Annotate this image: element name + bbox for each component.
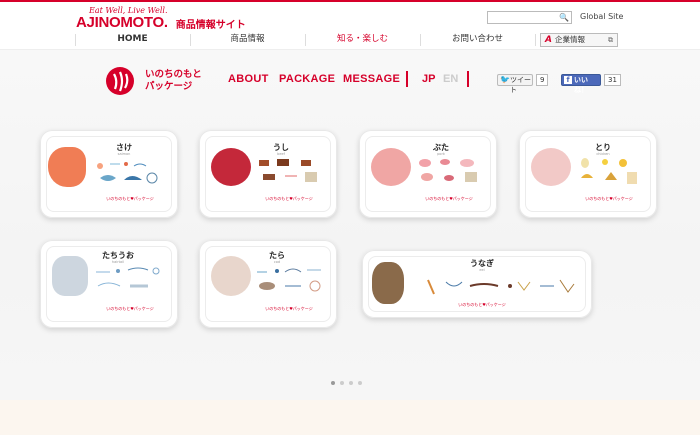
lifecycle-illustration [96, 267, 160, 288]
lifecycle-illustration [259, 159, 317, 182]
facebook-like-button[interactable]: f いいね！ [561, 74, 601, 94]
ajinomoto-logo: AJINOMOTO. [76, 14, 168, 31]
main-nav: HOME 商品情報 知る・楽しむ お問い合わせ A 企業情報 ⧉ [0, 30, 700, 50]
salmon-meat-image [48, 147, 86, 187]
twitter-bird-icon: 🐦 [500, 75, 510, 84]
package-tray-hairtail[interactable]: たちうお hairtail いのちのもと♥パッケージ [40, 240, 178, 328]
chicken-meat-image [531, 148, 571, 186]
carousel-dot[interactable] [358, 381, 362, 385]
heart-logo-icon[interactable] [105, 66, 135, 96]
menu-about[interactable]: ABOUT [228, 73, 269, 85]
tray-footer: いのちのもと♥パッケージ [458, 302, 506, 307]
like-label: いいね！ [574, 76, 588, 94]
nav-contact[interactable]: お問い合わせ [420, 30, 535, 50]
global-site-link[interactable]: Global Site [580, 12, 623, 21]
tray-footer: いのちのもと♥パッケージ [585, 196, 633, 201]
package-tray-chicken[interactable]: とり chicken いのちのもと♥パッケージ [519, 130, 657, 218]
tray-footer: いのちのもと♥パッケージ [106, 306, 154, 311]
tweet-count: 9 [536, 74, 549, 86]
brand-logo[interactable]: Eat Well, Live Well. AJINOMOTO. 商品情報サイト [76, 6, 246, 31]
package-tray-pork[interactable]: ぶた pork いのちのもと♥パッケージ [359, 130, 497, 218]
external-link-icon: ⧉ [608, 36, 613, 44]
pork-meat-image [371, 148, 411, 186]
site-header: Eat Well, Live Well. AJINOMOTO. 商品情報サイト … [0, 2, 700, 31]
like-count: 31 [604, 74, 621, 86]
facebook-icon: f [564, 76, 572, 84]
tray-footer: いのちのもと♥パッケージ [425, 196, 473, 201]
carousel-indicators [331, 381, 362, 385]
corporate-info-button[interactable]: A 企業情報 ⧉ [540, 33, 618, 47]
carousel-dot[interactable] [349, 381, 353, 385]
carousel-dot[interactable] [340, 381, 344, 385]
lifecycle-illustration [419, 159, 477, 182]
hero-area [0, 50, 700, 400]
lifecycle-illustration [427, 279, 575, 295]
lifecycle-illustration [257, 268, 321, 292]
lang-en[interactable]: EN [443, 73, 458, 85]
lifecycle-illustration [581, 158, 637, 184]
tray-footer: いのちのもと♥パッケージ [106, 196, 154, 201]
tray-sublabel: eel [479, 268, 485, 272]
lifecycle-illustration [97, 162, 158, 184]
tray-sublabel: salmon [117, 152, 131, 156]
ajinomoto-mark-icon: A [545, 35, 552, 45]
package-tray-salmon[interactable]: さけ salmon いのちのもと♥パッケージ [40, 130, 178, 218]
project-title-line1: いのちのもと [145, 69, 202, 80]
tray-footer: いのちのもと♥パッケージ [265, 306, 313, 311]
search-icon[interactable]: 🔍 [559, 13, 569, 22]
beef-meat-image [211, 148, 251, 186]
tweet-button[interactable]: 🐦 ツイート [497, 74, 533, 94]
divider-bar [467, 71, 469, 87]
menu-package[interactable]: PACKAGE [279, 73, 335, 85]
nav-divider [535, 34, 536, 46]
divider-bar [406, 71, 408, 87]
carousel-dot[interactable] [331, 381, 335, 385]
package-tray-eel[interactable]: うなぎ eel いのちのもと♥パッケージ [362, 250, 592, 318]
package-tray-beef[interactable]: うし beef いのちのもと♥パッケージ [199, 130, 337, 218]
eel-meat-image [372, 262, 404, 304]
package-tray-cod[interactable]: たら cod いのちのもと♥パッケージ [199, 240, 337, 328]
tray-footer: いのちのもと♥パッケージ [265, 196, 313, 201]
lang-jp[interactable]: JP [422, 73, 435, 85]
cod-meat-image [211, 256, 251, 296]
search-input[interactable]: 🔍 [487, 11, 572, 24]
site-name: 商品情報サイト [175, 19, 246, 31]
project-title-line2: パッケージ [145, 81, 193, 92]
hairtail-meat-image [52, 256, 88, 296]
nav-home[interactable]: HOME [75, 30, 190, 50]
bottom-band [0, 400, 700, 435]
nav-learn-enjoy[interactable]: 知る・楽しむ [305, 30, 420, 50]
menu-message[interactable]: MESSAGE [343, 73, 400, 85]
corporate-info-label: 企業情報 [555, 35, 585, 44]
nav-products[interactable]: 商品情報 [190, 30, 305, 50]
project-title[interactable]: いのちのもと パッケージ [145, 69, 202, 93]
